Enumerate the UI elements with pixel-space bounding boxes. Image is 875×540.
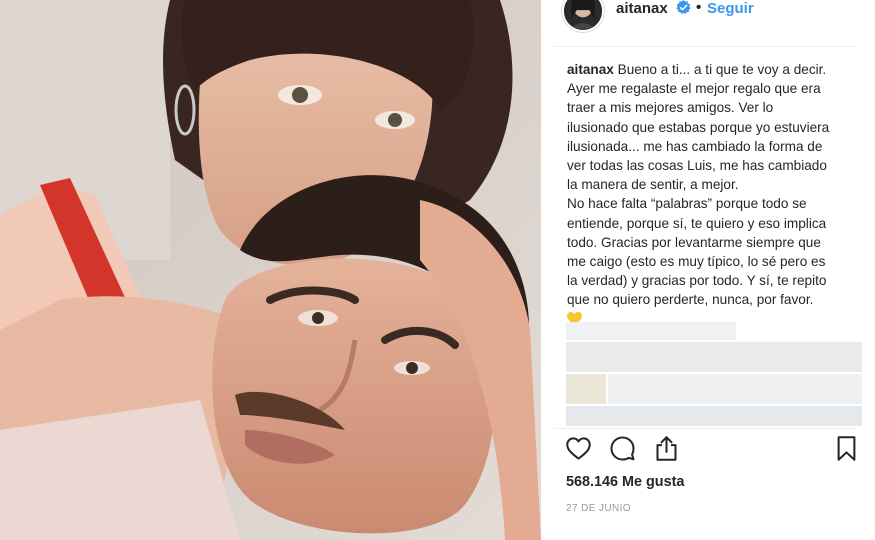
avatar-image bbox=[564, 0, 602, 30]
post-header: aitanax • Seguir bbox=[541, 0, 875, 46]
likes-count[interactable]: 568.146 Me gusta bbox=[566, 474, 684, 490]
instagram-post: aitanax • Seguir aitanax Bueno a ti... a… bbox=[0, 0, 875, 540]
post-photo[interactable] bbox=[0, 0, 541, 540]
heart-outline-icon[interactable] bbox=[565, 435, 592, 462]
profile-avatar[interactable] bbox=[562, 0, 604, 32]
follow-button[interactable]: Seguir bbox=[707, 0, 754, 17]
post-sidebar: aitanax • Seguir aitanax Bueno a ti... a… bbox=[541, 0, 875, 540]
selfie-image bbox=[0, 0, 541, 540]
blurred-comment bbox=[566, 406, 862, 426]
actions-divider bbox=[554, 428, 856, 429]
header-separator: • bbox=[696, 0, 702, 16]
share-upload-icon[interactable] bbox=[653, 435, 680, 462]
caption-username[interactable]: aitanax bbox=[567, 62, 614, 77]
blurred-comment bbox=[566, 342, 862, 372]
comment-bubble-icon[interactable] bbox=[609, 435, 636, 462]
bookmark-icon[interactable] bbox=[833, 435, 860, 462]
blurred-comment bbox=[608, 374, 862, 404]
username-link[interactable]: aitanax bbox=[616, 0, 668, 17]
caption-text: Bueno a ti... a ti que te voy a decir. A… bbox=[567, 62, 830, 308]
blurred-comment bbox=[566, 374, 606, 404]
verified-badge-icon bbox=[676, 0, 691, 15]
post-caption: aitanax Bueno a ti... a ti que te voy a … bbox=[567, 60, 867, 329]
post-date[interactable]: 27 DE JUNIO bbox=[566, 503, 631, 514]
header-divider bbox=[554, 46, 856, 47]
blurred-comment bbox=[566, 322, 736, 340]
